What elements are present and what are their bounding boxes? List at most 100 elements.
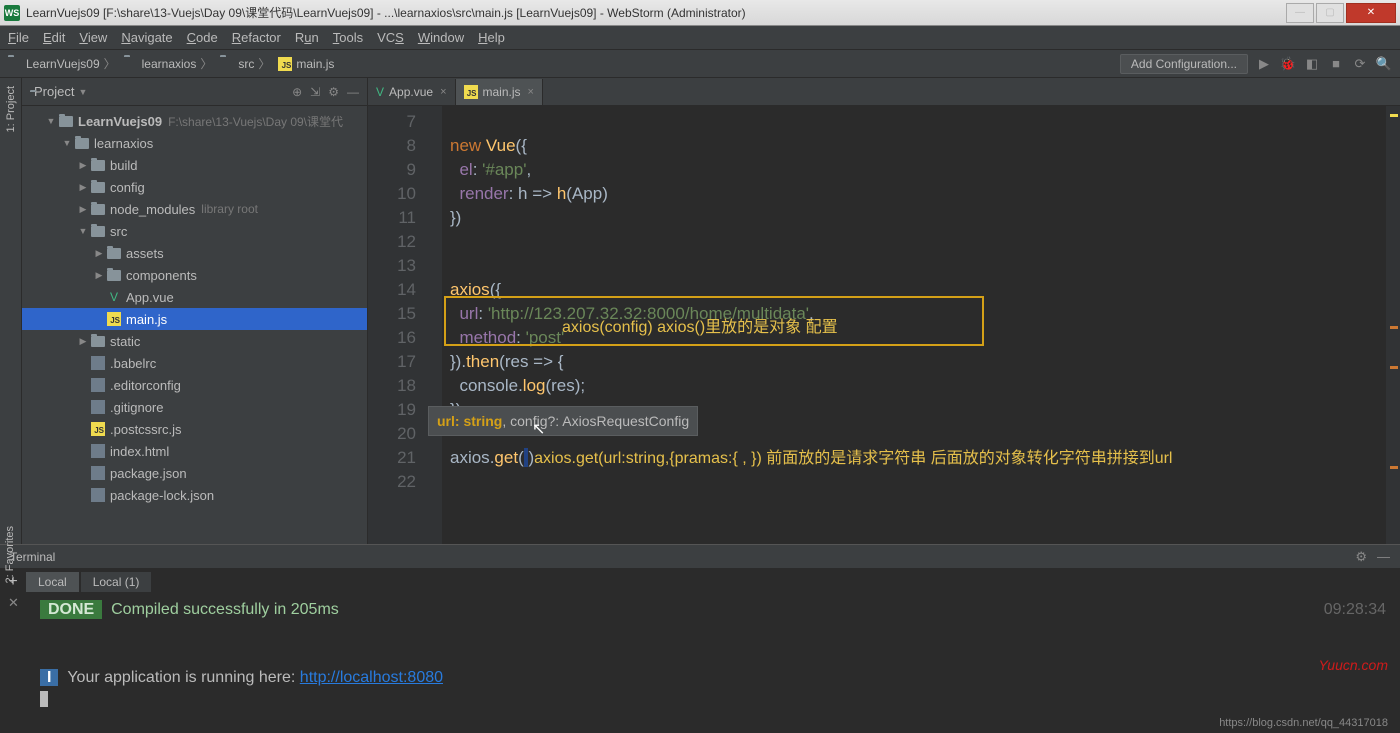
file-icon (90, 378, 106, 392)
stop-icon[interactable]: ■ (1328, 56, 1344, 72)
tree-item[interactable]: package-lock.json (22, 484, 367, 506)
close-icon[interactable]: × (528, 86, 534, 98)
folder-icon (90, 224, 106, 238)
status-badge: DONE (40, 600, 102, 619)
file-icon (90, 444, 106, 458)
breadcrumb-item[interactable]: src〉 (220, 55, 274, 72)
menu-navigate[interactable]: Navigate (121, 30, 172, 45)
folder-icon (106, 268, 122, 282)
run-icon[interactable]: ▶ (1256, 56, 1272, 72)
terminal-timestamp: 09:28:34 (1324, 601, 1386, 619)
vue-icon: V (106, 290, 122, 304)
tree-item[interactable]: ▶static (22, 330, 367, 352)
project-panel: Project ▼ ⊕ ⇲ ⚙ — ▼ LearnVuejs09 F:\shar… (22, 78, 368, 544)
code-editor[interactable]: 78910111213141516171819202122 new Vue({ … (368, 106, 1400, 544)
target-icon[interactable]: ⊕ (292, 85, 302, 99)
file-icon (90, 356, 106, 370)
folder-icon (106, 246, 122, 260)
project-tree[interactable]: ▼ LearnVuejs09 F:\share\13-Vuejs\Day 09\… (22, 106, 367, 544)
maximize-button[interactable]: ▢ (1316, 3, 1344, 23)
menu-edit[interactable]: Edit (43, 30, 65, 45)
line-gutter: 78910111213141516171819202122 (368, 106, 428, 544)
localhost-link[interactable]: http://localhost:8080 (300, 669, 443, 686)
tree-item[interactable]: ▼learnaxios (22, 132, 367, 154)
debug-icon[interactable]: 🐞 (1280, 56, 1296, 72)
tree-item[interactable]: ▼src (22, 220, 367, 242)
window-title: LearnVuejs09 [F:\share\13-Vuejs\Day 09\课… (26, 4, 1286, 21)
menu-code[interactable]: Code (187, 30, 218, 45)
close-terminal-icon[interactable]: ✕ (8, 595, 19, 611)
left-tool-strip-bottom: 2: Favorites (0, 520, 22, 589)
coverage-icon[interactable]: ◧ (1304, 56, 1320, 72)
folder-icon (74, 136, 90, 150)
search-icon[interactable]: 🔍 (1376, 56, 1392, 72)
menu-tools[interactable]: Tools (333, 30, 363, 45)
folder-icon (90, 334, 106, 348)
favorites-tool-tab[interactable]: 2: Favorites (4, 526, 16, 583)
editor-tab[interactable]: VApp.vue× (368, 79, 456, 105)
terminal-tab[interactable]: Local (26, 572, 79, 592)
update-icon[interactable]: ⟳ (1352, 56, 1368, 72)
menu-help[interactable]: Help (478, 30, 505, 45)
hide-icon[interactable]: — (347, 85, 359, 99)
menu-bar: File Edit View Navigate Code Refactor Ru… (0, 26, 1400, 50)
file-icon (90, 488, 106, 502)
hide-icon[interactable]: — (1377, 549, 1390, 565)
menu-run[interactable]: Run (295, 30, 319, 45)
editor-marker-strip[interactable] (1386, 106, 1400, 544)
tree-item[interactable]: ▶components (22, 264, 367, 286)
tree-item[interactable]: ▶node_moduleslibrary root (22, 198, 367, 220)
window-titlebar: WS LearnVuejs09 [F:\share\13-Vuejs\Day 0… (0, 0, 1400, 26)
tree-item[interactable]: JSmain.js (22, 308, 367, 330)
navigation-bar: LearnVuejs09〉 learnaxios〉 src〉 JSmain.js… (0, 50, 1400, 78)
tree-item[interactable]: .gitignore (22, 396, 367, 418)
terminal-tab[interactable]: Local (1) (81, 572, 152, 592)
add-configuration-button[interactable]: Add Configuration... (1120, 54, 1248, 74)
tree-item[interactable]: ▶build (22, 154, 367, 176)
info-badge: I (40, 669, 58, 686)
menu-view[interactable]: View (79, 30, 107, 45)
menu-vcs[interactable]: VCS (377, 30, 404, 45)
tree-item[interactable]: package.json (22, 462, 367, 484)
terminal-panel: Terminal ⚙ — + Local Local (1) ✕ DONE Co… (0, 544, 1400, 733)
menu-refactor[interactable]: Refactor (232, 30, 281, 45)
gear-icon[interactable]: ⚙ (1355, 549, 1367, 565)
menu-file[interactable]: File (8, 30, 29, 45)
tree-item[interactable]: JS.postcssrc.js (22, 418, 367, 440)
folder-icon (90, 202, 106, 216)
tree-item[interactable]: index.html (22, 440, 367, 462)
close-icon[interactable]: × (440, 86, 446, 98)
folder-icon (90, 158, 106, 172)
watermark: Yuucn.com (1318, 657, 1388, 673)
project-panel-title[interactable]: Project ▼ (30, 84, 87, 99)
breadcrumb-item[interactable]: LearnVuejs09〉 (8, 55, 120, 72)
tree-item[interactable]: ▶config (22, 176, 367, 198)
menu-window[interactable]: Window (418, 30, 464, 45)
left-tool-strip: 1: Project (0, 78, 22, 544)
editor-tab[interactable]: JSmain.js× (456, 79, 543, 105)
tree-item[interactable]: .editorconfig (22, 374, 367, 396)
breadcrumb-item[interactable]: JSmain.js (278, 57, 334, 71)
app-icon: WS (4, 5, 20, 21)
tree-root[interactable]: ▼ LearnVuejs09 F:\share\13-Vuejs\Day 09\… (22, 110, 367, 132)
file-icon (90, 466, 106, 480)
minimize-button[interactable]: — (1286, 3, 1314, 23)
project-tool-tab[interactable]: 1: Project (5, 86, 17, 132)
editor-area: VApp.vue× JSmain.js× 7891011121314151617… (368, 78, 1400, 544)
file-icon (90, 400, 106, 414)
tree-item[interactable]: .babelrc (22, 352, 367, 374)
breadcrumb-item[interactable]: learnaxios〉 (124, 55, 217, 72)
js-icon: JS (90, 422, 106, 436)
terminal-body[interactable]: ✕ DONE Compiled successfully in 205ms 09… (0, 595, 1400, 733)
vue-icon: V (376, 85, 384, 99)
tree-item[interactable]: ▶assets (22, 242, 367, 264)
js-icon: JS (464, 85, 478, 99)
close-button[interactable]: ✕ (1346, 3, 1396, 23)
gear-icon[interactable]: ⚙ (328, 85, 339, 99)
parameter-hint: url: string, config?: AxiosRequestConfig (428, 406, 698, 436)
annotation-text: axios.get(url:string,{pramas:{ , }) 前面放的… (534, 450, 1172, 467)
tree-item[interactable]: VApp.vue (22, 286, 367, 308)
editor-tabs: VApp.vue× JSmain.js× (368, 78, 1400, 106)
annotation-text: axios(config) axios()里放的是对象 配置 (562, 316, 838, 340)
collapse-icon[interactable]: ⇲ (310, 85, 320, 99)
